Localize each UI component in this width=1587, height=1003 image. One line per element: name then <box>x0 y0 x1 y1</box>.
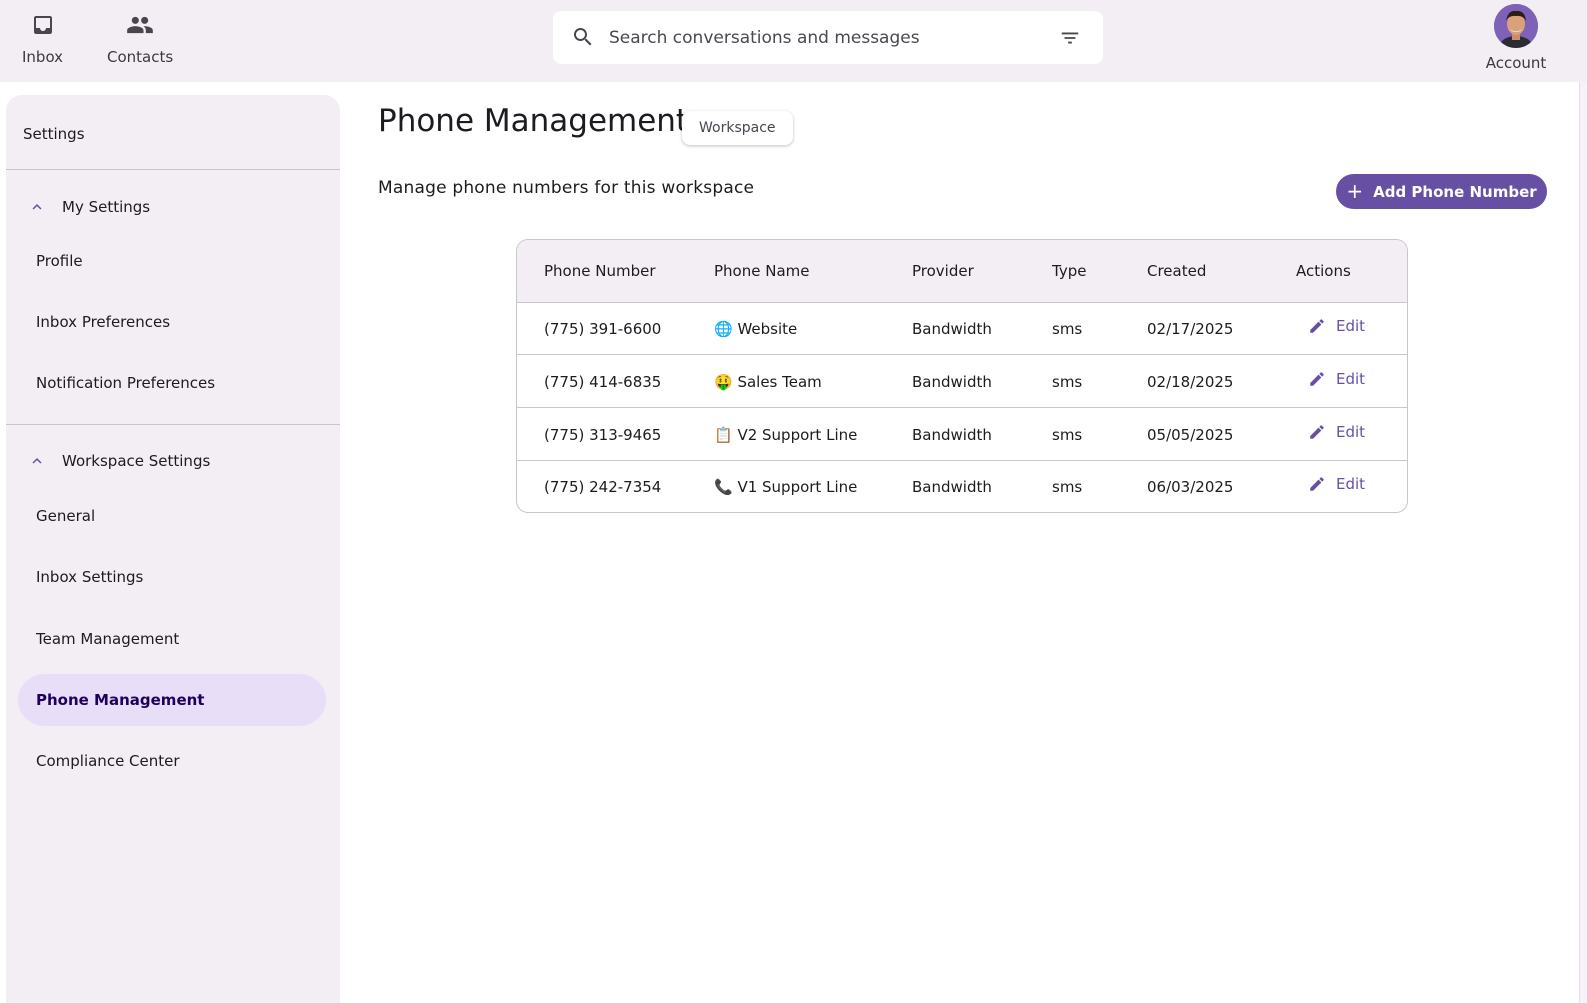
cell-created: 02/17/2025 <box>1147 320 1234 338</box>
column-header-provider: Provider <box>912 262 974 280</box>
nav-contacts[interactable]: Contacts <box>107 10 173 66</box>
edit-label: Edit <box>1336 370 1366 388</box>
workspace-chip: Workspace <box>682 111 793 145</box>
divider <box>6 169 340 170</box>
cell-provider: Bandwidth <box>912 320 992 338</box>
table-header: Phone Number Phone Name Provider Type Cr… <box>517 240 1407 303</box>
cell-type: sms <box>1052 320 1083 338</box>
settings-sidebar: Settings My Settings Profile Inbox Prefe… <box>6 95 340 1003</box>
nav-inbox[interactable]: Inbox <box>22 10 63 66</box>
edit-button[interactable]: Edit <box>1308 317 1365 335</box>
cell-type: sms <box>1052 478 1083 496</box>
page-subtitle: Manage phone numbers for this workspace <box>378 178 755 198</box>
my-settings-label: My Settings <box>62 198 151 216</box>
column-header-type: Type <box>1052 262 1087 280</box>
pencil-icon <box>1310 425 1324 439</box>
filter-icon[interactable] <box>1059 27 1081 53</box>
table-row: (775) 313-9465 📋 V2 Support Line Bandwid… <box>517 409 1407 461</box>
column-header-created: Created <box>1147 262 1207 280</box>
account-label: Account <box>1485 54 1547 72</box>
cell-phone-name: 📋 V2 Support Line <box>714 426 858 444</box>
cell-phone-name: 🌐 Website <box>714 320 798 338</box>
sidebar-item-notification-preferences[interactable]: Notification Preferences <box>18 357 326 409</box>
scrollbar[interactable] <box>1579 82 1587 1003</box>
add-phone-number-label: Add Phone Number <box>1373 182 1537 201</box>
sidebar-item-compliance-center[interactable]: Compliance Center <box>18 735 326 787</box>
cell-created: 05/05/2025 <box>1147 426 1234 444</box>
people-icon <box>125 10 155 40</box>
edit-button[interactable]: Edit <box>1308 423 1365 441</box>
chevron-up-icon <box>28 198 46 220</box>
table-row: (775) 414-6835 🤑 Sales Team Bandwidth sm… <box>517 356 1407 408</box>
plus-icon: + <box>1346 178 1364 203</box>
edit-label: Edit <box>1336 317 1366 335</box>
sidebar-item-inbox-settings[interactable]: Inbox Settings <box>18 551 326 603</box>
cell-provider: Bandwidth <box>912 426 992 444</box>
edit-label: Edit <box>1336 423 1366 441</box>
search-input[interactable] <box>609 21 1029 55</box>
chevron-up-icon <box>28 452 46 474</box>
sidebar-item-team-management[interactable]: Team Management <box>18 613 326 665</box>
avatar <box>1494 4 1538 48</box>
search-bar <box>553 11 1103 64</box>
edit-button[interactable]: Edit <box>1308 475 1365 493</box>
cell-phone-number: (775) 242-7354 <box>544 478 662 496</box>
inbox-icon <box>28 10 58 40</box>
sidebar-item-general[interactable]: General <box>18 490 326 542</box>
workspace-settings-toggle[interactable]: Workspace Settings <box>6 441 340 481</box>
search-icon <box>571 25 595 53</box>
cell-created: 06/03/2025 <box>1147 478 1234 496</box>
cell-created: 02/18/2025 <box>1147 373 1234 391</box>
cell-phone-number: (775) 414-6835 <box>544 373 662 391</box>
edit-label: Edit <box>1336 475 1366 493</box>
top-app-bar: Inbox Contacts Account <box>0 0 1587 82</box>
workspace-settings-label: Workspace Settings <box>62 452 211 470</box>
nav-inbox-label: Inbox <box>22 48 64 66</box>
pencil-icon <box>1310 372 1324 386</box>
pencil-icon <box>1310 319 1324 333</box>
phone-numbers-table: Phone Number Phone Name Provider Type Cr… <box>516 239 1408 513</box>
sidebar-item-profile[interactable]: Profile <box>18 235 326 287</box>
my-settings-toggle[interactable]: My Settings <box>6 187 340 227</box>
table-row: (775) 391-6600 🌐 Website Bandwidth sms 0… <box>517 303 1407 355</box>
add-phone-number-button[interactable]: + Add Phone Number <box>1336 174 1547 209</box>
cell-provider: Bandwidth <box>912 478 992 496</box>
cell-type: sms <box>1052 373 1083 391</box>
cell-phone-number: (775) 391-6600 <box>544 320 662 338</box>
column-header-phone-name: Phone Name <box>714 262 810 280</box>
cell-phone-name: 🤑 Sales Team <box>714 373 822 391</box>
cell-provider: Bandwidth <box>912 373 992 391</box>
cell-type: sms <box>1052 426 1083 444</box>
cell-phone-number: (775) 313-9465 <box>544 426 662 444</box>
table-row: (775) 242-7354 📞 V1 Support Line Bandwid… <box>517 461 1407 512</box>
page-title: Phone Management <box>378 103 689 139</box>
sidebar-item-phone-management[interactable]: Phone Management <box>18 674 326 726</box>
account-button[interactable]: Account <box>1482 4 1550 72</box>
nav-contacts-label: Contacts <box>107 48 174 66</box>
sidebar-item-inbox-preferences[interactable]: Inbox Preferences <box>18 296 326 348</box>
cell-phone-name: 📞 V1 Support Line <box>714 478 858 496</box>
column-header-actions: Actions <box>1296 262 1351 280</box>
edit-button[interactable]: Edit <box>1308 370 1365 388</box>
column-header-phone-number: Phone Number <box>544 262 656 280</box>
pencil-icon <box>1310 477 1324 491</box>
sidebar-title: Settings <box>23 125 85 143</box>
divider <box>6 424 340 425</box>
